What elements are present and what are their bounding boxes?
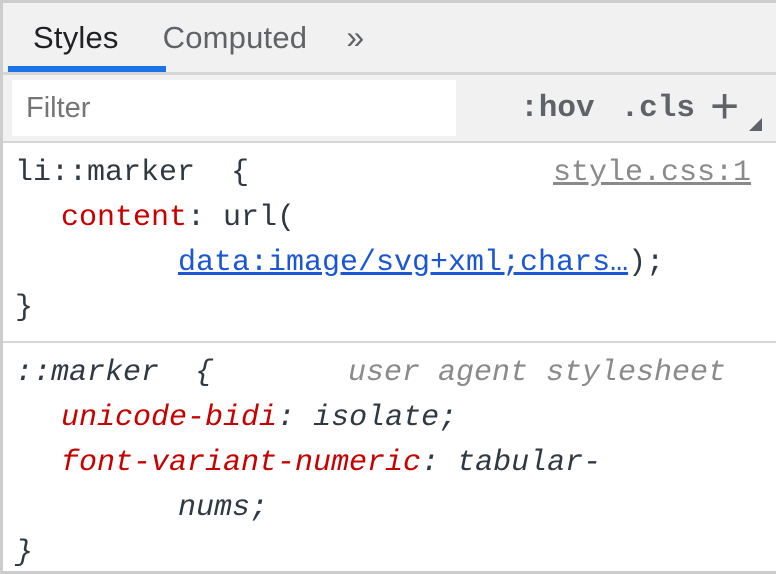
declaration-value-suffix: ); xyxy=(628,246,664,280)
css-rule-block: li::marker { style.css:1 content: url( d… xyxy=(3,143,776,341)
cls-label: .cls xyxy=(621,91,695,126)
rule-header: li::marker { style.css:1 xyxy=(3,151,776,196)
css-rules-list: li::marker { style.css:1 content: url( d… xyxy=(3,143,776,574)
declaration-value[interactable]: tabular- xyxy=(439,446,601,480)
chevron-double-right-icon: » xyxy=(346,19,364,56)
declaration-value-continuation: nums; xyxy=(178,491,268,525)
declaration-property[interactable]: content xyxy=(61,201,187,235)
rule-selector[interactable]: li::marker xyxy=(15,156,195,190)
tab-computed-label: Computed xyxy=(163,20,308,56)
rule-open-brace: { xyxy=(195,356,213,390)
new-style-rule-button[interactable]: + xyxy=(708,79,764,137)
rule-open-brace: { xyxy=(231,156,249,190)
declaration-value-url-link[interactable]: data:image/svg+xml;chars… xyxy=(178,246,628,280)
declaration-property[interactable]: font-variant-numeric xyxy=(61,446,421,480)
toggle-element-state-button[interactable]: :hov xyxy=(507,91,607,126)
tab-computed[interactable]: Computed xyxy=(141,3,330,72)
tab-styles[interactable]: Styles xyxy=(11,3,141,72)
filter-input[interactable] xyxy=(12,80,456,136)
toggle-class-editor-button[interactable]: .cls xyxy=(608,91,708,126)
declaration-colon: : xyxy=(277,401,295,435)
styles-toolbar: :hov .cls + xyxy=(3,75,776,143)
declaration-colon: : xyxy=(421,446,439,480)
declaration-value[interactable]: isolate; xyxy=(295,401,457,435)
declaration-value-prefix: url( xyxy=(205,201,295,235)
css-declaration-continuation: data:image/svg+xml;chars…); xyxy=(3,241,776,286)
toolbar-actions: :hov .cls + xyxy=(507,79,766,137)
styles-panel: Styles Computed » :hov .cls + xyxy=(0,0,776,574)
rule-close-brace: } xyxy=(3,531,776,574)
css-declaration-continuation: nums; xyxy=(3,486,776,531)
css-declaration[interactable]: unicode-bidi: isolate; xyxy=(3,396,776,441)
dropdown-corner-triangle-icon xyxy=(749,118,762,131)
rule-close-brace: } xyxy=(3,286,776,331)
declaration-colon: : xyxy=(187,201,205,235)
rule-selector[interactable]: ::marker xyxy=(15,356,159,390)
declaration-property[interactable]: unicode-bidi xyxy=(61,401,277,435)
more-tabs-button[interactable]: » xyxy=(329,3,381,72)
hov-label: :hov xyxy=(520,91,594,126)
panel-tab-bar: Styles Computed » xyxy=(3,3,776,75)
rule-header: ::marker { user agent stylesheet xyxy=(3,351,776,396)
tab-styles-label: Styles xyxy=(33,20,119,56)
rule-origin-note: user agent stylesheet xyxy=(348,351,726,396)
css-declaration[interactable]: font-variant-numeric: tabular- xyxy=(3,441,776,486)
rule-origin-link[interactable]: style.css:1 xyxy=(553,151,751,196)
css-declaration[interactable]: content: url( xyxy=(3,196,776,241)
plus-icon: + xyxy=(710,77,739,135)
active-tab-indicator xyxy=(8,66,166,72)
css-rule-block: ::marker { user agent stylesheet unicode… xyxy=(3,341,776,574)
